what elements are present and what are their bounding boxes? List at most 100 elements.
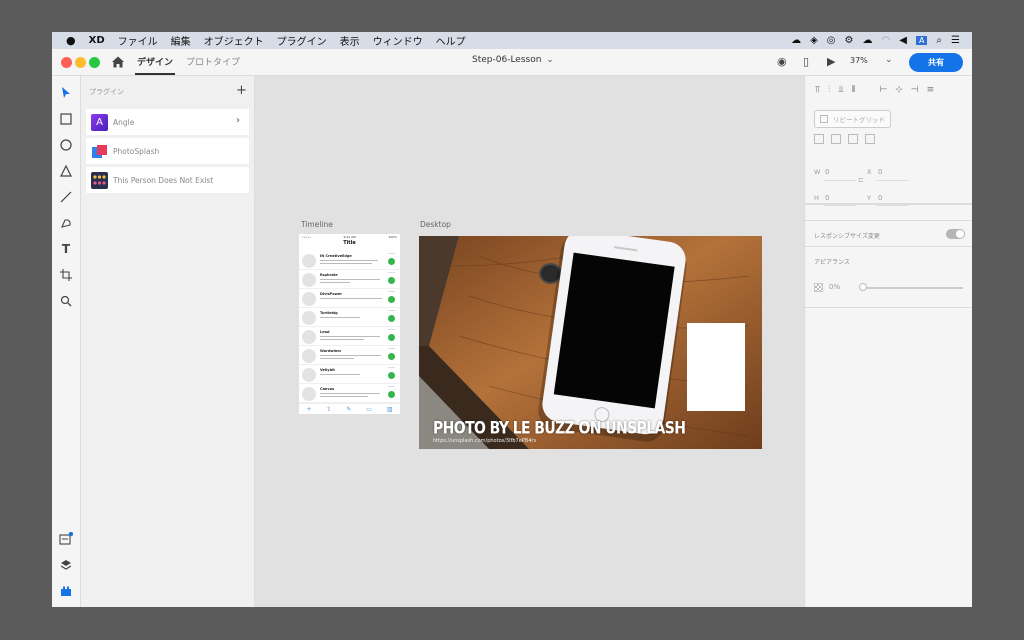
responsive-resize-toggle[interactable] <box>946 229 965 239</box>
dropbox-icon[interactable]: ◈ <box>810 35 818 46</box>
tools-toolbar: T <box>52 76 81 607</box>
timeline-artboard[interactable]: ••••• 9:41 AM 100% Title IN CreativeEdge… <box>299 234 400 414</box>
boolean-subtract-icon[interactable] <box>831 134 841 144</box>
assets-panel-icon[interactable] <box>59 532 73 546</box>
list-item: Lead <box>299 327 400 346</box>
artboard-label-desktop[interactable]: Desktop <box>420 220 451 229</box>
appearance-section: アピアランス <box>805 247 972 308</box>
design-canvas[interactable]: Timeline Desktop ••••• 9:41 AM 100% Titl… <box>256 76 804 607</box>
avatar <box>302 273 316 287</box>
x-label: X <box>867 168 872 176</box>
distribute-vertical-icon[interactable]: ⦀ <box>851 85 855 95</box>
width-field[interactable]: 0 <box>825 168 829 176</box>
menu-window[interactable]: ウィンドウ <box>373 33 423 48</box>
add-plugin-icon[interactable]: + <box>236 83 247 98</box>
zoom-tool-icon[interactable] <box>58 293 74 309</box>
user-account-icon[interactable]: ◉ <box>777 55 787 68</box>
repeat-grid-button[interactable]: リピートグリッド <box>814 110 891 128</box>
rectangle-tool-icon[interactable] <box>58 111 74 127</box>
layers-panel-icon[interactable] <box>59 558 73 572</box>
boolean-intersect-icon[interactable] <box>848 134 858 144</box>
list-item-name: Vellybit <box>320 368 335 372</box>
plugins-panel-icon[interactable] <box>59 584 73 598</box>
angle-plugin-icon: A <box>91 113 108 131</box>
check-icon <box>388 315 395 322</box>
play-preview-icon[interactable]: ▶ <box>827 55 835 68</box>
document-title: Step-06-Lesson <box>472 55 542 65</box>
y-field[interactable]: 0 <box>878 194 882 202</box>
timeline-title: Title <box>343 240 356 246</box>
creative-cloud-icon[interactable]: ◎ <box>827 35 836 46</box>
tab-design[interactable]: デザイン <box>134 55 176 75</box>
opacity-field[interactable]: 0% <box>829 283 840 291</box>
list-icon[interactable]: ☰ <box>951 35 960 46</box>
opacity-checker-icon <box>814 283 823 292</box>
upload-cloud-icon[interactable]: ☁ <box>863 35 873 46</box>
artboard-tool-icon[interactable] <box>58 267 74 283</box>
menu-edit[interactable]: 編集 <box>171 33 191 48</box>
list-item: Turtlebig <box>299 308 400 327</box>
ellipse-tool-icon[interactable] <box>58 137 74 153</box>
plugin-item-this-person-does-not-exist[interactable]: This Person Does Not Exist <box>86 167 249 193</box>
zoom-window-button[interactable] <box>89 57 100 68</box>
select-tool-icon[interactable] <box>58 85 74 101</box>
zoom-level[interactable]: 37% <box>850 56 868 65</box>
align-right-icon[interactable]: ⊣ <box>911 85 919 95</box>
avatar <box>302 330 316 344</box>
align-center-icon[interactable]: ⊹ <box>895 85 903 95</box>
distribute-horizontal-icon[interactable]: ≡ <box>927 85 935 95</box>
align-top-icon[interactable]: ⫪ <box>815 85 820 95</box>
artboard-label-timeline[interactable]: Timeline <box>301 220 333 229</box>
lock-aspect-icon[interactable]: ⊏ <box>858 176 864 184</box>
volume-icon[interactable]: ◀ <box>899 35 907 46</box>
opacity-slider-handle[interactable] <box>859 283 867 291</box>
height-field[interactable]: 0 <box>825 194 829 202</box>
align-left-icon[interactable]: ⊢ <box>879 85 887 95</box>
plugin-item-photosplash[interactable]: PhotoSplash <box>86 138 249 164</box>
share-button[interactable]: 共有 <box>909 53 963 72</box>
text-tool-icon[interactable]: T <box>58 241 74 257</box>
device-preview-icon[interactable]: ▯ <box>803 55 809 68</box>
creative-cloud-sync-icon[interactable]: ☁ <box>791 35 801 46</box>
repeat-grid-label: リピートグリッド <box>833 116 885 124</box>
plugin-name: PhotoSplash <box>113 146 160 156</box>
menu-plugins[interactable]: プラグイン <box>277 33 327 48</box>
line-tool-icon[interactable] <box>58 189 74 205</box>
chevron-right-icon[interactable]: › <box>236 115 240 126</box>
menu-file[interactable]: ファイル <box>118 33 158 48</box>
boolean-add-icon[interactable] <box>814 134 824 144</box>
menu-view[interactable]: 表示 <box>340 33 360 48</box>
xd-window: デザイン プロトタイプ Step-06-Lesson ⌄ ◉ ▯ ▶ 37% ⌄… <box>52 49 972 607</box>
wifi-icon[interactable]: ◠ <box>882 35 891 46</box>
boolean-exclude-icon[interactable] <box>865 134 875 144</box>
x-field[interactable]: 0 <box>878 168 882 176</box>
plugins-panel: プラグイン + A Angle › PhotoSplash This Perso… <box>81 76 255 607</box>
list-item: Wardwinm <box>299 346 400 365</box>
pen-tool-icon[interactable] <box>58 215 74 231</box>
align-bottom-icon[interactable]: ⫫ <box>838 85 843 95</box>
apple-menu-icon[interactable]: ● <box>66 34 76 47</box>
menu-object[interactable]: オブジェクト <box>204 33 264 48</box>
check-icon <box>388 372 395 379</box>
document-title-dropdown[interactable]: Step-06-Lesson ⌄ <box>472 55 554 65</box>
align-section: ⫪ ⫶ ⫫ ⦀ ⊢ ⊹ ⊣ ≡ リピートグリッド <box>805 76 972 204</box>
input-a-icon[interactable]: A <box>915 36 928 45</box>
polygon-tool-icon[interactable] <box>58 163 74 179</box>
align-middle-icon[interactable]: ⫶ <box>828 85 830 95</box>
plugin-item-angle[interactable]: A Angle › <box>86 109 249 135</box>
gear-badge-icon[interactable]: ⚙ <box>845 35 854 46</box>
close-window-button[interactable] <box>61 57 72 68</box>
menu-app-name[interactable]: XD <box>89 35 105 46</box>
opacity-slider-track[interactable] <box>862 287 963 289</box>
search-icon[interactable]: ⌕ <box>936 35 942 46</box>
list-item-name: Turtlebig <box>320 311 338 315</box>
zoom-chevron-icon[interactable]: ⌄ <box>885 55 893 65</box>
desktop-artboard[interactable]: PHOTO BY LE BUZZ ON UNSPLASH https://uns… <box>419 236 762 449</box>
tab-prototype[interactable]: プロトタイプ <box>186 55 240 68</box>
list-item: DivisPower <box>299 289 400 308</box>
home-icon[interactable] <box>110 54 126 70</box>
white-rectangle[interactable] <box>687 323 745 411</box>
compose-icon: ✎ <box>346 405 352 413</box>
minimize-window-button[interactable] <box>75 57 86 68</box>
menu-help[interactable]: ヘルプ <box>436 33 466 48</box>
